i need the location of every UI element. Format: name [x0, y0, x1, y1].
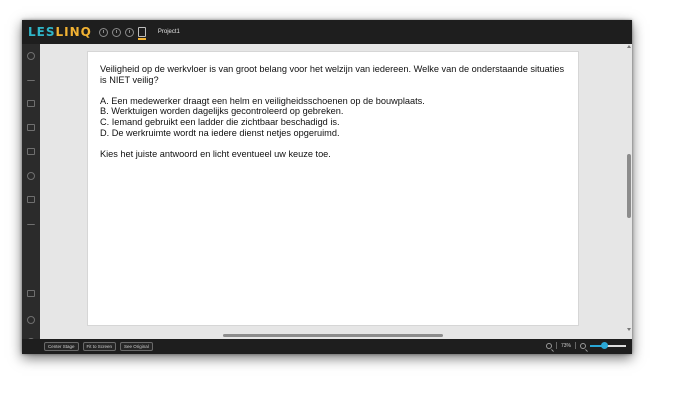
zoom-slider-knob[interactable]: [601, 342, 608, 349]
app-window: LES LINQ Project1 Veiligheid op de werkvl…: [22, 20, 632, 354]
zoom-out-icon[interactable]: [545, 342, 552, 349]
see-original-button[interactable]: See Original: [120, 342, 153, 351]
lesLinq-logo: LES LINQ: [28, 26, 92, 38]
history-icon[interactable]: [124, 27, 134, 37]
slide-page[interactable]: Veiligheid op de werkvloer is van groot …: [87, 51, 579, 326]
project-name[interactable]: Project1: [158, 29, 180, 35]
answer-option-c: C. Iemand gebruikt een ladder die zichtb…: [100, 117, 340, 128]
vertical-scrollbar[interactable]: [626, 44, 632, 332]
timer-icon[interactable]: [98, 27, 108, 37]
canvas-stage[interactable]: Veiligheid op de werkvloer is van groot …: [40, 44, 632, 339]
fullscreen-icon[interactable]: [27, 100, 35, 107]
fit-to-screen-button[interactable]: Fit to Screen: [82, 342, 117, 351]
zoom-slider[interactable]: [590, 342, 626, 349]
horizontal-scroll-thumb[interactable]: [223, 334, 443, 337]
share-icon[interactable]: [27, 52, 35, 60]
shapes-icon[interactable]: [27, 172, 35, 180]
image-icon[interactable]: [27, 124, 35, 131]
answer-option-d: D. De werkruimte wordt na iedere dienst …: [100, 127, 340, 138]
document-icon[interactable]: [137, 27, 146, 40]
answer-options: A. Een medewerker draagt een helm en vei…: [100, 96, 570, 139]
question-instruction: Kies het juiste antwoord en licht eventu…: [100, 148, 331, 159]
logo-suffix: LINQ: [55, 25, 92, 39]
interactive-icon[interactable]: [27, 196, 35, 203]
question-intro: Veiligheid op de werkvloer is van groot …: [100, 64, 565, 85]
settings-icon[interactable]: [27, 316, 35, 324]
vertical-scroll-thumb[interactable]: [627, 154, 631, 218]
scroll-down-arrow-icon[interactable]: [627, 328, 631, 331]
zoom-value: 73%: [560, 342, 571, 349]
clock-icon[interactable]: [111, 27, 121, 37]
eraser-icon[interactable]: [27, 220, 35, 225]
left-sidebar: [22, 44, 40, 354]
video-icon[interactable]: [27, 148, 35, 155]
bottom-bar: Center Stage Fit to Screen See Original …: [22, 339, 632, 354]
zoom-in-icon[interactable]: [580, 342, 586, 349]
answer-option-a: A. Een medewerker draagt een helm en vei…: [100, 95, 425, 106]
question-text-box[interactable]: Veiligheid op de werkvloer is van groot …: [100, 64, 570, 170]
zoom-divider: [575, 342, 576, 349]
answer-option-b: B. Werktuigen worden dagelijks gecontrol…: [100, 106, 344, 117]
upload-icon[interactable]: [27, 76, 35, 81]
logo-prefix: LES: [28, 25, 56, 39]
center-stage-button[interactable]: Center Stage: [44, 342, 79, 351]
grid-icon[interactable]: [27, 290, 35, 297]
top-toolbar: [98, 27, 146, 40]
top-bar: LES LINQ Project1: [22, 20, 632, 44]
zoom-divider: [555, 342, 557, 349]
zoom-controls: 73%: [545, 342, 626, 349]
horizontal-scrollbar[interactable]: [40, 332, 626, 339]
scroll-up-arrow-icon[interactable]: [627, 45, 631, 48]
